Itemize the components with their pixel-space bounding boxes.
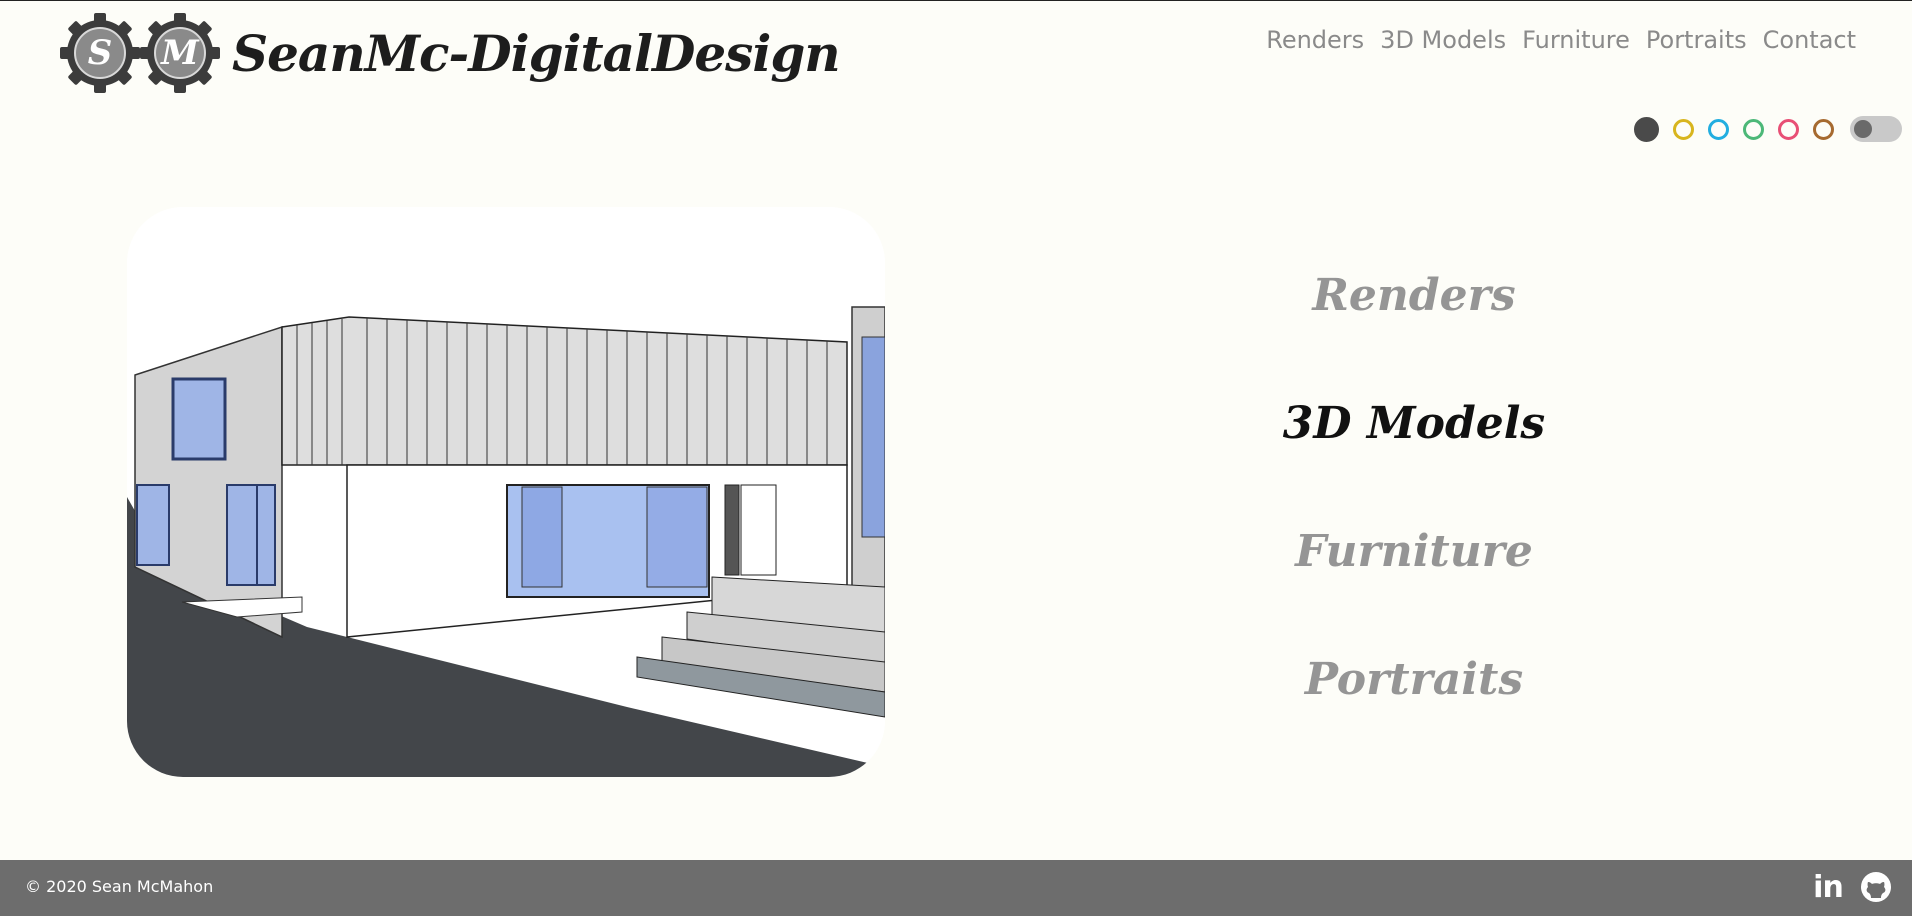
category-portraits[interactable]: Portraits: [1214, 640, 1614, 768]
top-nav: Renders 3D Models Furniture Portraits Co…: [1266, 26, 1856, 54]
category-3d-models[interactable]: 3D Models: [1214, 384, 1614, 512]
top-border: [0, 0, 1912, 1]
linkedin-label: in: [1813, 869, 1844, 905]
swatch-brown[interactable]: [1813, 118, 1834, 140]
brand-title: SeanMc-DigitalDesign: [232, 23, 841, 83]
swatch-pink[interactable]: [1778, 118, 1799, 140]
dark-mode-toggle[interactable]: [1850, 116, 1902, 142]
social-links: in: [1810, 869, 1894, 905]
theme-picker: [1634, 116, 1902, 142]
featured-render-image: [127, 207, 885, 777]
gear-m-icon: M: [138, 11, 222, 95]
category-renders[interactable]: Renders: [1214, 256, 1614, 384]
site-footer: © 2020 Sean McMahon in: [0, 860, 1912, 916]
category-furniture[interactable]: Furniture: [1214, 512, 1614, 640]
category-list: Renders 3D Models Furniture Portraits: [1214, 256, 1614, 768]
nav-link-3d-models[interactable]: 3D Models: [1380, 26, 1506, 54]
nav-link-renders[interactable]: Renders: [1266, 26, 1364, 54]
swatch-yellow[interactable]: [1673, 118, 1694, 140]
gear-letter: M: [161, 33, 199, 73]
swatch-green[interactable]: [1743, 118, 1764, 140]
swatch-dark[interactable]: [1634, 116, 1659, 142]
nav-link-contact[interactable]: Contact: [1763, 26, 1856, 54]
nav-link-furniture[interactable]: Furniture: [1522, 26, 1630, 54]
swatch-blue[interactable]: [1708, 118, 1729, 140]
gear-s-icon: S: [58, 11, 142, 95]
gear-letter: S: [87, 33, 113, 73]
github-icon[interactable]: [1858, 869, 1894, 905]
toggle-knob: [1854, 120, 1872, 138]
copyright-text: © 2020 Sean McMahon: [25, 877, 214, 896]
nav-link-portraits[interactable]: Portraits: [1646, 26, 1747, 54]
linkedin-icon[interactable]: in: [1810, 869, 1846, 905]
site-logo[interactable]: S M SeanMc-DigitalDesign: [58, 11, 841, 95]
